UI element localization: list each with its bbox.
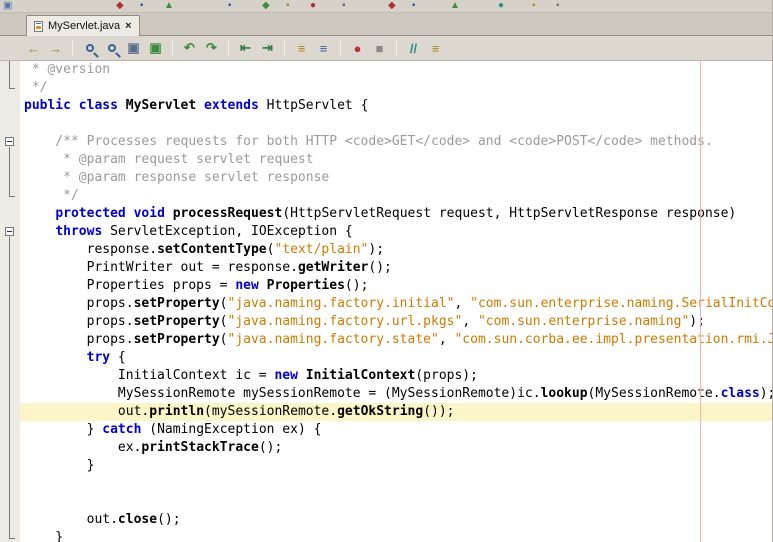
find-occurrence-icon: [108, 44, 116, 52]
code-line: [20, 475, 772, 493]
main-toolbar-strip: ▣ ◆ ▪ ▲ ▪ ◆ ▪ ● ▪ ◆ ▪ ▲ ● ▪ ▪: [0, 0, 772, 13]
find-selection-icon: [86, 44, 94, 52]
toolbar-icon-7[interactable]: ●: [310, 1, 316, 11]
code-line: * @param response servlet response: [20, 169, 772, 187]
code-line: */: [20, 79, 772, 97]
code-line: [20, 115, 772, 133]
code-line: props.setProperty("java.naming.factory.s…: [20, 331, 772, 349]
find-next-icon[interactable]: ↷: [202, 39, 221, 58]
jump-forward-icon[interactable]: →: [46, 39, 65, 58]
fold-corner: [9, 538, 15, 539]
right-margin-line: [700, 61, 701, 542]
toolbar-separator: [172, 40, 173, 56]
toolbar-icon-5[interactable]: ◆: [262, 1, 270, 11]
tab-myservlet-java[interactable]: MyServlet.java ×: [26, 15, 140, 36]
fold-corner: [9, 196, 15, 197]
toolbar-icon-6[interactable]: ▪: [286, 1, 290, 11]
toolbar-icon-2[interactable]: ▪: [140, 1, 144, 11]
code-line: throws ServletException, IOException {: [20, 223, 772, 241]
code-line: PrintWriter out = response.getWriter();: [20, 259, 772, 277]
code-line: props.setProperty("java.naming.factory.u…: [20, 313, 772, 331]
code-line: /** Processes requests for both HTTP <co…: [20, 133, 772, 151]
find-occurrence-icon[interactable]: [102, 39, 121, 58]
format-icon[interactable]: ≡: [314, 39, 333, 58]
toolbar-icon-14[interactable]: ▪: [556, 1, 560, 11]
fold-line: [9, 61, 10, 88]
jump-back-icon[interactable]: ←: [24, 39, 43, 58]
toolbar-icon-9[interactable]: ◆: [388, 1, 396, 11]
code-line: protected void processRequest(HttpServle…: [20, 205, 772, 223]
toolbar-icon-13[interactable]: ▪: [532, 1, 536, 11]
window-icon[interactable]: ▣: [3, 1, 12, 11]
code-line: [20, 493, 772, 511]
tab-label: MyServlet.java: [48, 20, 120, 32]
fold-collapse-icon[interactable]: [5, 137, 14, 146]
shift-left-icon[interactable]: ⇤: [236, 39, 255, 58]
fold-gutter: [0, 61, 20, 542]
toolbar-icon-8[interactable]: ▪: [342, 1, 346, 11]
code-line: InitialContext ic = new InitialContext(p…: [20, 367, 772, 385]
code-line: MySessionRemote mySessionRemote = (MySes…: [20, 385, 772, 403]
code-line: }: [20, 529, 772, 542]
editor-window: ▣◆▪▲▪◆▪●▪◆▪▲●▪▪ MyServlet.java × ←→▣▣↶↷⇤…: [0, 0, 773, 542]
java-file-icon: [34, 21, 43, 32]
fold-line: [9, 237, 10, 538]
uncomment-icon[interactable]: ≡: [426, 39, 445, 58]
code-area[interactable]: * @version */public class MyServlet exte…: [20, 61, 772, 542]
toolbar-icon-4[interactable]: ▪: [228, 1, 232, 11]
shift-right-icon[interactable]: ⇥: [258, 39, 277, 58]
toolbar-separator: [396, 40, 397, 56]
toolbar-separator: [284, 40, 285, 56]
code-line: */: [20, 187, 772, 205]
find-selection-icon[interactable]: [80, 39, 99, 58]
code-line: response.setContentType("text/plain");: [20, 241, 772, 259]
tab-close-icon[interactable]: ×: [125, 21, 131, 32]
toolbar-separator: [228, 40, 229, 56]
code-line: * @version: [20, 61, 772, 79]
macro-record-icon[interactable]: ●: [348, 39, 367, 58]
macro-stop-icon[interactable]: ■: [370, 39, 389, 58]
code-line: props.setProperty("java.naming.factory.i…: [20, 295, 772, 313]
code-line: }: [20, 457, 772, 475]
toolbar-icon-11[interactable]: ▲: [450, 1, 460, 11]
fold-corner: [9, 88, 15, 89]
code-line-highlighted: out.println(mySessionRemote.getOkString(…: [20, 403, 772, 421]
document-tab-bar: MyServlet.java ×: [0, 13, 772, 36]
toolbar-icon-12[interactable]: ●: [498, 1, 504, 11]
toolbar-icon-3[interactable]: ▲: [164, 1, 174, 11]
code-line: try {: [20, 349, 772, 367]
code-line: ex.printStackTrace();: [20, 439, 772, 457]
paste-icon[interactable]: ▣: [146, 39, 165, 58]
find-previous-icon[interactable]: ↶: [180, 39, 199, 58]
code-line: public class MyServlet extends HttpServl…: [20, 97, 772, 115]
code-line: * @param request servlet request: [20, 151, 772, 169]
editor-toolbar: ←→▣▣↶↷⇤⇥≡≡●■//≡: [0, 36, 772, 61]
comment-icon[interactable]: //: [404, 39, 423, 58]
code-line: out.close();: [20, 511, 772, 529]
code-line: } catch (NamingException ex) {: [20, 421, 772, 439]
toolbar-separator: [340, 40, 341, 56]
toolbar-icon-10[interactable]: ▪: [412, 1, 416, 11]
indent-icon[interactable]: ≡: [292, 39, 311, 58]
toolbar-icon-1[interactable]: ◆: [116, 1, 124, 11]
code-line: Properties props = new Properties();: [20, 277, 772, 295]
fold-line: [9, 147, 10, 196]
copy-icon[interactable]: ▣: [124, 39, 143, 58]
toolbar-separator: [72, 40, 73, 56]
fold-collapse-icon[interactable]: [5, 227, 14, 236]
code-editor[interactable]: * @version */public class MyServlet exte…: [0, 61, 772, 542]
